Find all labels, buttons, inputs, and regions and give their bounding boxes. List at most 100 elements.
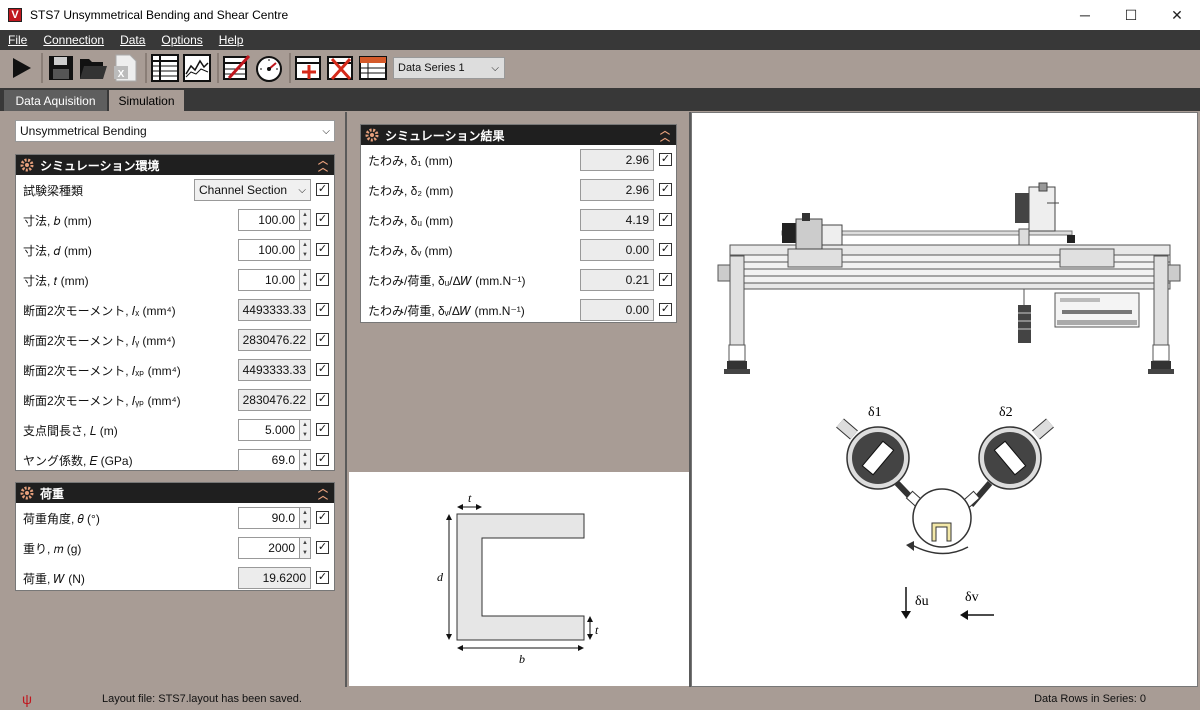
spin-buttons[interactable]: ▲ ▼	[300, 419, 311, 441]
field-row: たわみ/荷重, δᵥ/Δ𝑊 (mm.N⁻¹) 0.00 ✓	[361, 295, 676, 325]
test-frame-image	[717, 182, 1181, 374]
value-field[interactable]: 69.0	[238, 449, 300, 471]
value-field: 4.19	[580, 209, 654, 231]
save-button[interactable]	[46, 53, 76, 83]
menu-data[interactable]: Data	[112, 33, 153, 47]
value-field[interactable]: 5.000	[238, 419, 300, 441]
add-series-button[interactable]	[294, 53, 324, 83]
log-checkbox[interactable]: ✓	[316, 183, 329, 196]
pane-splitter[interactable]	[345, 112, 347, 687]
spin-buttons[interactable]: ▲ ▼	[300, 209, 311, 231]
value-field[interactable]: 100.00	[238, 239, 300, 261]
gear-icon	[20, 158, 34, 172]
log-checkbox[interactable]: ✓	[659, 183, 672, 196]
log-checkbox[interactable]: ✓	[316, 511, 329, 524]
minimize-button[interactable]: ─	[1062, 0, 1108, 30]
menu-options[interactable]: Options	[153, 33, 210, 47]
field-label: たわみ, δᵤ (mm)	[368, 213, 454, 228]
field-label: 断面2次モーメント, 𝐼ₓₚ (mm⁴)	[23, 363, 181, 378]
field-label: 断面2次モーメント, 𝐼ᵧₚ (mm⁴)	[23, 393, 181, 408]
spin-buttons[interactable]: ▲ ▼	[300, 507, 311, 529]
section-diagram: t d b t	[349, 472, 689, 686]
export-excel-button[interactable]: X	[110, 53, 140, 83]
svg-text:X: X	[118, 69, 125, 80]
log-checkbox[interactable]: ✓	[316, 393, 329, 406]
log-checkbox[interactable]: ✓	[659, 243, 672, 256]
toolbar-separator	[289, 53, 291, 83]
graph-icon	[183, 54, 211, 82]
value-field[interactable]: 2000	[238, 537, 300, 559]
delta-u-label: δu	[915, 594, 929, 609]
field-row: 断面2次モーメント, 𝐼ₓₚ (mm⁴) 4493333.33 ✓	[16, 355, 334, 385]
field-label: 断面2次モーメント, 𝐼ₓ (mm⁴)	[23, 303, 176, 318]
calibrate-button[interactable]	[222, 53, 252, 83]
field-label: たわみ/荷重, δᵤ/Δ𝑊 (mm.N⁻¹)	[368, 273, 526, 288]
spin-buttons[interactable]: ▲ ▼	[300, 269, 311, 291]
menu-help[interactable]: Help	[211, 33, 252, 47]
usb-icon: ψ	[22, 691, 32, 707]
log-checkbox[interactable]: ✓	[316, 273, 329, 286]
panel-title: シミュレーション結果	[385, 128, 505, 143]
spin-buttons[interactable]: ▲ ▼	[300, 537, 311, 559]
status-message: Layout file: STS7.layout has been saved.	[101, 693, 302, 705]
delta2-label: δ2	[999, 405, 1013, 420]
value-field[interactable]: 90.0	[238, 507, 300, 529]
log-checkbox[interactable]: ✓	[659, 213, 672, 226]
log-checkbox[interactable]: ✓	[659, 303, 672, 316]
log-checkbox[interactable]: ✓	[316, 243, 329, 256]
value-field: 0.00	[580, 239, 654, 261]
value-field[interactable]: 100.00	[238, 209, 300, 231]
spin-buttons[interactable]: ▲ ▼	[300, 449, 311, 471]
delete-series-button[interactable]	[326, 53, 356, 83]
environment-rows: 試験梁種類 Channel Section ⌵ ✓ 寸法, 𝑏 (mm) 100.00 ▲ ▼…	[16, 175, 334, 475]
graph-view-button[interactable]	[182, 53, 212, 83]
field-label: 寸法, 𝑡 (mm)	[23, 273, 89, 288]
series-table-button[interactable]	[358, 53, 388, 83]
field-row: 支点間長さ, 𝐿 (m) 5.000 ▲ ▼ ✓	[16, 415, 334, 445]
field-label: ヤング係数, 𝐸 (GPa)	[23, 453, 133, 468]
beam-type-select[interactable]: Channel Section ⌵	[194, 179, 311, 201]
table-view-button[interactable]	[150, 53, 180, 83]
log-checkbox[interactable]: ✓	[659, 273, 672, 286]
log-checkbox[interactable]: ✓	[316, 541, 329, 554]
field-label: 支点間長さ, 𝐿 (m)	[23, 423, 118, 438]
close-button[interactable]: ✕	[1154, 0, 1200, 30]
apparatus-illustration: δ1 δ2 δu δv	[691, 112, 1198, 687]
open-button[interactable]	[78, 53, 108, 83]
table-edit-icon	[223, 54, 251, 80]
log-checkbox[interactable]: ✓	[316, 213, 329, 226]
tab-data-aquisition[interactable]: Data Aquisition	[4, 90, 107, 111]
data-series-select[interactable]: Data Series 1 ⌵	[393, 57, 505, 79]
results-rows: たわみ, δ₁ (mm) 2.96 ✓ たわみ, δ₂ (mm) 2.96 ✓ たわみ, δ…	[361, 145, 676, 325]
collapse-icon[interactable]: ︿ ︿	[660, 127, 670, 144]
dim-b-label: b	[519, 652, 525, 666]
log-checkbox[interactable]: ✓	[316, 453, 329, 466]
value-field[interactable]: 10.00	[238, 269, 300, 291]
delta-v-label: δv	[965, 590, 979, 605]
log-checkbox[interactable]: ✓	[316, 303, 329, 316]
play-button[interactable]	[6, 53, 36, 83]
menu-connection[interactable]: Connection	[35, 33, 112, 47]
log-checkbox[interactable]: ✓	[316, 423, 329, 436]
log-checkbox[interactable]: ✓	[316, 333, 329, 346]
apparatus-drawing: δ1 δ2 δu δv	[717, 182, 1181, 620]
log-checkbox[interactable]: ✓	[316, 363, 329, 376]
menu-file[interactable]: File	[0, 33, 35, 47]
timer-button[interactable]	[254, 53, 284, 83]
bending-mode-select[interactable]: Unsymmetrical Bending ⌵	[15, 120, 335, 142]
log-checkbox[interactable]: ✓	[659, 153, 672, 166]
value-field: 2.96	[580, 149, 654, 171]
value-field: 2830476.22	[238, 329, 311, 351]
collapse-icon[interactable]: ︿ ︿	[318, 157, 328, 174]
field-row: 寸法, 𝑏 (mm) 100.00 ▲ ▼ ✓	[16, 205, 334, 235]
load-panel: 荷重 ︿ ︿ 荷重角度, 𝜃 (°) 90.0 ▲ ▼ ✓ 重り, 𝑚 (g) 2000 ▲ ▼ ✓…	[15, 482, 335, 591]
results-panel: シミュレーション結果 ︿ ︿ たわみ, δ₁ (mm) 2.96 ✓ たわみ, δ₂ (…	[360, 124, 677, 323]
status-bar: ψ Layout file: STS7.layout has been save…	[0, 688, 1200, 710]
field-row: 断面2次モーメント, 𝐼ᵧ (mm⁴) 2830476.22 ✓	[16, 325, 334, 355]
tab-simulation[interactable]: Simulation	[109, 90, 184, 111]
log-checkbox[interactable]: ✓	[316, 571, 329, 584]
maximize-button[interactable]: ☐	[1108, 0, 1154, 30]
spin-buttons[interactable]: ▲ ▼	[300, 239, 311, 261]
toolbar-separator	[145, 53, 147, 83]
collapse-icon[interactable]: ︿ ︿	[318, 485, 328, 502]
